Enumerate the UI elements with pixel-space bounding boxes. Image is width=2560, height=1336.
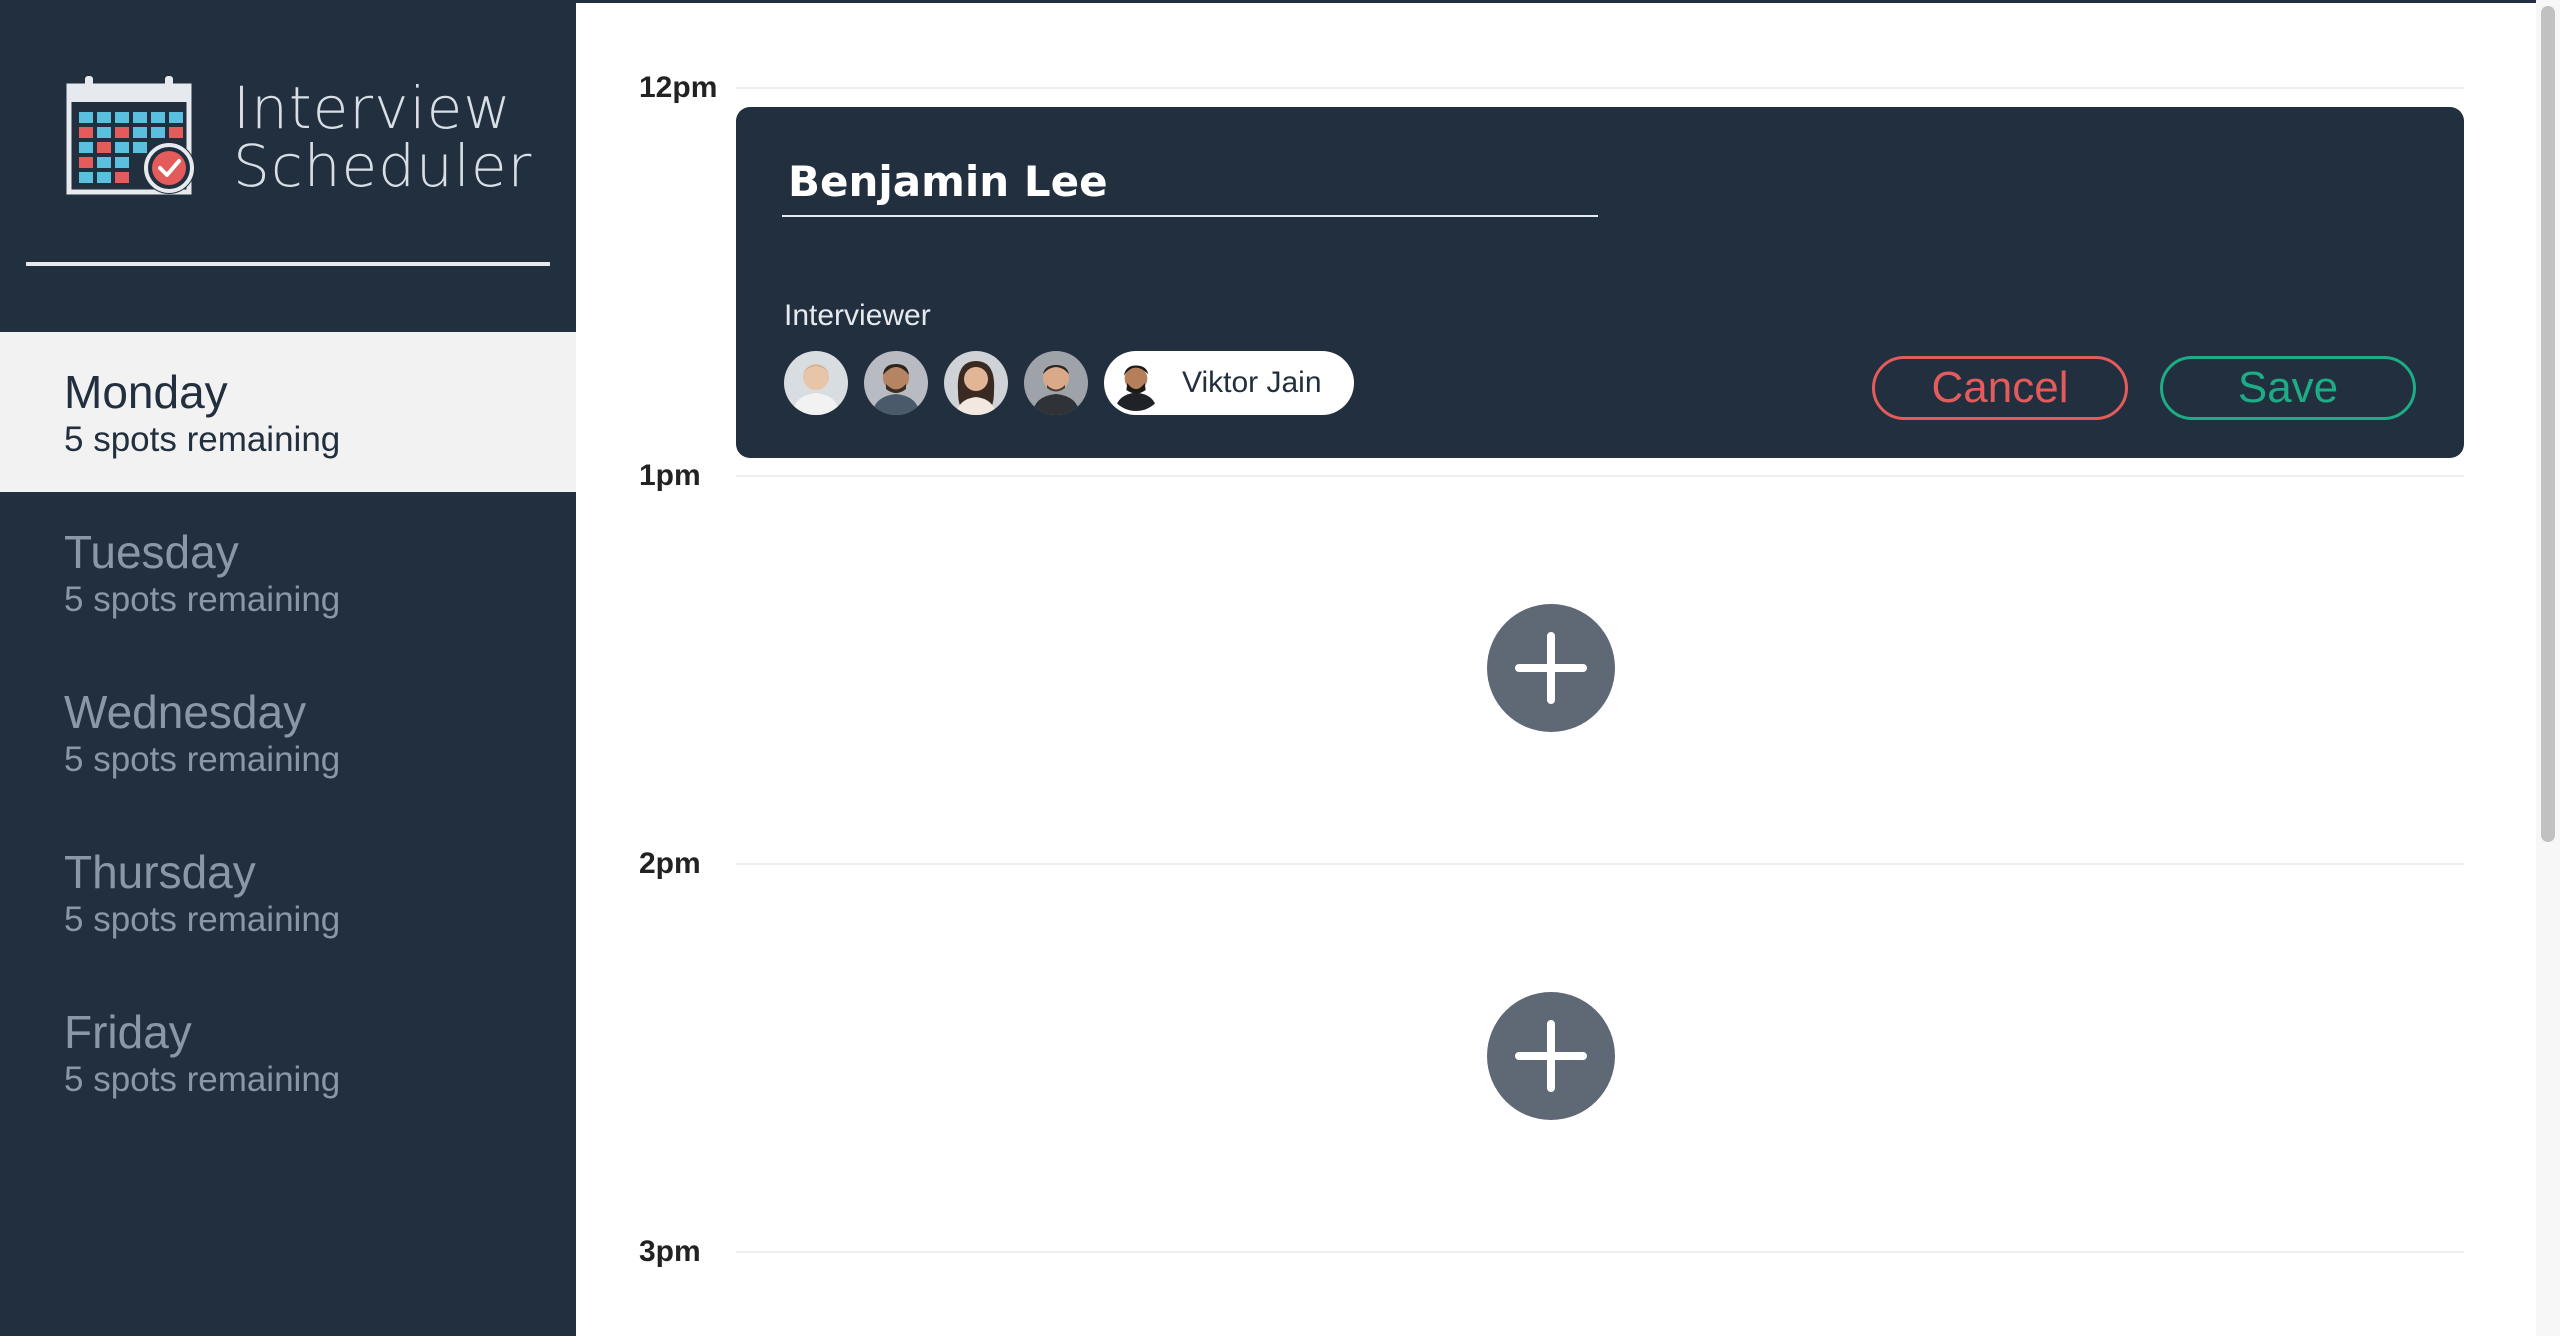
time-divider	[736, 87, 2464, 89]
interviewer-label: Interviewer	[784, 299, 931, 332]
day-spots: 5 spots remaining	[64, 580, 341, 619]
day-item-thursday[interactable]: Thursday 5 spots remaining	[0, 812, 576, 972]
interviewer-avatar[interactable]	[944, 351, 1008, 415]
avatar-icon	[784, 351, 848, 415]
day-spots: 5 spots remaining	[64, 900, 341, 939]
day-item-wednesday[interactable]: Wednesday 5 spots remaining	[0, 652, 576, 812]
appointment-form: Interviewer	[736, 107, 2464, 458]
day-item-monday[interactable]: Monday 5 spots remaining	[0, 332, 576, 492]
interviewer-avatar[interactable]	[1024, 351, 1088, 415]
save-button[interactable]: Save	[2160, 356, 2416, 420]
interviewer-list: Viktor Jain	[784, 351, 1354, 415]
day-name: Monday	[64, 366, 228, 418]
day-name: Thursday	[64, 846, 256, 898]
time-divider	[736, 475, 2464, 477]
app-title-line2: Scheduler	[233, 132, 533, 200]
student-name-input[interactable]	[782, 147, 1598, 217]
app-title-line1: Interview	[233, 74, 512, 142]
time-label-3pm: 3pm	[639, 1235, 701, 1268]
day-spots: 5 spots remaining	[64, 420, 341, 459]
calendar-logo-icon	[66, 76, 195, 195]
avatar-icon	[1024, 351, 1088, 415]
sidebar: Interview Scheduler Monday 5 spots remai…	[0, 0, 576, 1336]
selected-interviewer[interactable]: Viktor Jain	[1104, 351, 1354, 415]
add-appointment-button[interactable]	[1487, 604, 1615, 732]
day-name: Tuesday	[64, 526, 239, 578]
time-label-12pm: 12pm	[639, 71, 718, 104]
day-list: Monday 5 spots remaining Tuesday 5 spots…	[0, 332, 576, 1132]
time-divider	[736, 1251, 2464, 1253]
sidebar-divider	[26, 262, 550, 266]
scrollbar[interactable]	[2536, 0, 2560, 1336]
day-spots: 5 spots remaining	[64, 740, 341, 779]
brand: Interview Scheduler	[65, 74, 532, 200]
day-item-tuesday[interactable]: Tuesday 5 spots remaining	[0, 492, 576, 652]
scrollbar-thumb[interactable]	[2541, 6, 2555, 842]
day-name: Friday	[64, 1006, 192, 1058]
schedule: 12pm Interviewer	[576, 0, 2536, 1336]
app-title: Interview Scheduler	[233, 79, 532, 195]
plus-icon	[1515, 632, 1587, 704]
cancel-button[interactable]: Cancel	[1872, 356, 2128, 420]
day-item-friday[interactable]: Friday 5 spots remaining	[0, 972, 576, 1132]
time-label-1pm: 1pm	[639, 459, 701, 492]
interviewer-avatar	[1108, 355, 1164, 411]
selected-interviewer-name: Viktor Jain	[1182, 366, 1322, 399]
add-appointment-button[interactable]	[1487, 992, 1615, 1120]
time-divider	[736, 863, 2464, 865]
interviewer-avatar[interactable]	[864, 351, 928, 415]
interviewer-avatar[interactable]	[784, 351, 848, 415]
avatar-icon	[1108, 355, 1164, 411]
avatar-icon	[944, 351, 1008, 415]
time-label-2pm: 2pm	[639, 847, 701, 880]
day-spots: 5 spots remaining	[64, 1060, 341, 1099]
day-name: Wednesday	[64, 686, 307, 738]
plus-icon	[1515, 1020, 1587, 1092]
avatar-icon	[864, 351, 928, 415]
